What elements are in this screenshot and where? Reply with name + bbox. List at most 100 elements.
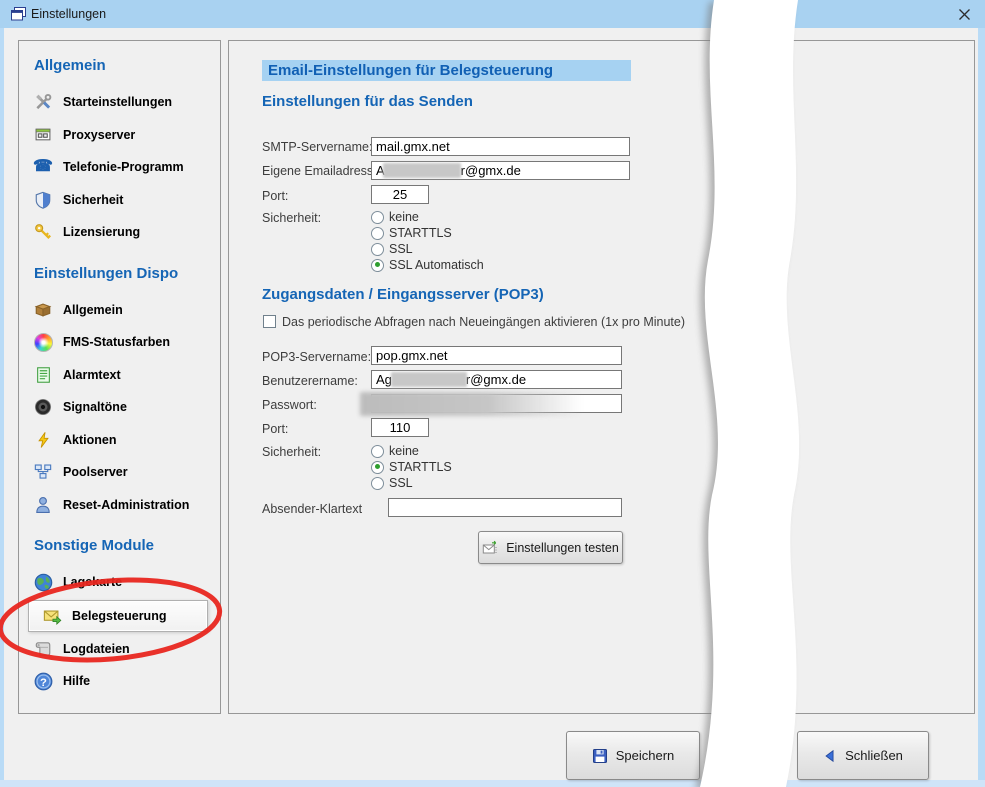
- radio-smtp-ssl[interactable]: SSL: [371, 242, 413, 256]
- sidebar-item-label: Telefonie-Programm: [63, 160, 184, 174]
- sidebar-item-label: Aktionen: [63, 433, 116, 447]
- sidebar-item-label: Reset-Administration: [63, 498, 189, 512]
- sidebar-item-label: Logdateien: [63, 642, 130, 656]
- smtp-server-input[interactable]: mail.gmx.net: [371, 137, 630, 156]
- pop3-server-label: POP3-Servername:: [262, 350, 371, 364]
- window-border-left: [0, 28, 4, 781]
- pop3-section-heading: Zugangsdaten / Eingangsserver (POP3): [262, 286, 544, 303]
- redaction-blur: [383, 163, 461, 178]
- section-heading-sonstige-module: Sonstige Module: [34, 537, 220, 554]
- pop3-security-label: Sicherheit:: [262, 445, 321, 459]
- sidebar-item-label: Proxyserver: [63, 128, 135, 142]
- pop3-server-input[interactable]: pop.gmx.net: [371, 346, 622, 365]
- sidebar-item-reset-administration[interactable]: Reset-Administration: [32, 489, 220, 522]
- color-wheel-icon: [32, 332, 54, 352]
- sidebar-item-label: Signaltöne: [63, 400, 127, 414]
- sidebar-item-label: Allgemein: [63, 303, 123, 317]
- radio-pop3-ssl[interactable]: SSL: [371, 476, 413, 490]
- back-arrow-icon: [823, 749, 837, 763]
- sidebar-item-alarmtext[interactable]: Alarmtext: [32, 359, 220, 392]
- sidebar-item-sicherheit[interactable]: Sicherheit: [32, 184, 220, 217]
- sidebar-item-belegsteuerung[interactable]: Belegsteuerung: [28, 600, 208, 632]
- section-heading-einstellungen-dispo: Einstellungen Dispo: [34, 265, 220, 282]
- window-form-icon: [10, 6, 27, 22]
- sidebar-item-proxyserver[interactable]: Proxyserver: [32, 119, 220, 152]
- radio-smtp-ssl-automatisch[interactable]: SSL Automatisch: [371, 258, 484, 272]
- main-panel: Email-Einstellungen für Belegsteuerung E…: [228, 40, 975, 714]
- sidebar-item-label: Starteinstellungen: [63, 95, 172, 109]
- section-heading-allgemein: Allgemein: [34, 57, 220, 74]
- pop3-port-label: Port:: [262, 422, 288, 436]
- sidebar-item-starteinstellungen[interactable]: Starteinstellungen: [32, 86, 220, 119]
- close-button[interactable]: [953, 4, 975, 24]
- poll-checkbox[interactable]: [263, 315, 276, 328]
- sidebar: Allgemein Starteinstellungen: [18, 40, 221, 714]
- poll-checkbox-label: Das periodische Abfragen nach Neueingäng…: [282, 315, 685, 329]
- sidebar-item-poolserver[interactable]: Poolserver: [32, 456, 220, 489]
- sidebar-item-allgemein-dispo[interactable]: Allgemein: [32, 294, 220, 327]
- radio-icon: [371, 477, 384, 490]
- close-icon: [958, 8, 971, 21]
- mail-send-icon: [41, 606, 63, 626]
- smtp-server-label: SMTP-Servername:: [262, 140, 372, 154]
- window-border-right: [978, 28, 985, 781]
- sidebar-item-lizensierung[interactable]: Lizensierung: [32, 216, 220, 249]
- sidebar-item-label: Lagekarte: [63, 575, 122, 589]
- sidebar-item-telefonie-programm[interactable]: ☎ Telefonie-Programm: [32, 151, 220, 184]
- sidebar-item-label: Alarmtext: [63, 368, 121, 382]
- radio-icon: [371, 227, 384, 240]
- radio-icon: [371, 211, 384, 224]
- help-icon: ?: [32, 671, 54, 691]
- radio-pop3-keine[interactable]: keine: [371, 444, 419, 458]
- own-email-label: Eigene Emailadresse:: [262, 164, 384, 178]
- sidebar-item-label: FMS-Statusfarben: [63, 335, 170, 349]
- settings-window: Einstellungen Allgemein Starteinstellung…: [0, 0, 985, 787]
- sidebar-item-label: Hilfe: [63, 674, 90, 688]
- sidebar-item-label: Belegsteuerung: [72, 609, 166, 623]
- speaker-icon: [32, 397, 54, 417]
- shield-icon: [32, 190, 54, 210]
- save-floppy-icon: [592, 748, 608, 764]
- smtp-port-label: Port:: [262, 189, 288, 203]
- sidebar-item-label: Sicherheit: [63, 193, 123, 207]
- radio-selected-icon: [371, 461, 384, 474]
- sidebar-item-fms-statusfarben[interactable]: FMS-Statusfarben: [32, 326, 220, 359]
- radio-smtp-starttls[interactable]: STARTTLS: [371, 226, 452, 240]
- radio-pop3-starttls[interactable]: STARTTLS: [371, 460, 452, 474]
- redaction-blur: [391, 372, 467, 387]
- send-section-heading: Einstellungen für das Senden: [262, 93, 473, 110]
- sidebar-item-hilfe[interactable]: ? Hilfe: [32, 665, 220, 698]
- scroll-icon: [32, 639, 54, 659]
- pop3-port-input[interactable]: 110: [371, 418, 429, 437]
- sender-cleartext-input[interactable]: [388, 498, 622, 517]
- svg-text:?: ?: [40, 677, 47, 689]
- save-button[interactable]: Speichern: [566, 731, 700, 780]
- sender-cleartext-label: Absender-Klartext: [262, 502, 362, 516]
- smtp-security-label: Sicherheit:: [262, 211, 321, 225]
- network-icon: [32, 462, 54, 482]
- document-icon: [32, 365, 54, 385]
- lightning-icon: [32, 430, 54, 450]
- proxy-window-icon: [32, 125, 54, 145]
- sidebar-item-signaltoene[interactable]: Signaltöne: [32, 391, 220, 424]
- test-settings-button[interactable]: Einstellungen testen: [478, 531, 623, 564]
- box-icon: [32, 300, 54, 320]
- radio-icon: [371, 243, 384, 256]
- sidebar-item-lagekarte[interactable]: Lagekarte: [32, 566, 220, 599]
- radio-icon: [371, 445, 384, 458]
- redaction-blur: [360, 392, 592, 416]
- radio-smtp-keine[interactable]: keine: [371, 210, 419, 224]
- user-icon: [32, 495, 54, 515]
- window-title: Einstellungen: [31, 7, 106, 21]
- smtp-port-input[interactable]: 25: [371, 185, 429, 204]
- globe-icon: [32, 572, 54, 592]
- key-icon: [32, 222, 54, 242]
- sidebar-item-logdateien[interactable]: Logdateien: [32, 633, 220, 666]
- radio-selected-icon: [371, 259, 384, 272]
- titlebar[interactable]: Einstellungen: [0, 0, 985, 28]
- sidebar-item-label: Poolserver: [63, 465, 128, 479]
- close-dialog-button[interactable]: Schließen: [797, 731, 929, 780]
- password-label: Passwort:: [262, 398, 317, 412]
- window-border-bottom: [0, 780, 985, 787]
- sidebar-item-aktionen[interactable]: Aktionen: [32, 424, 220, 457]
